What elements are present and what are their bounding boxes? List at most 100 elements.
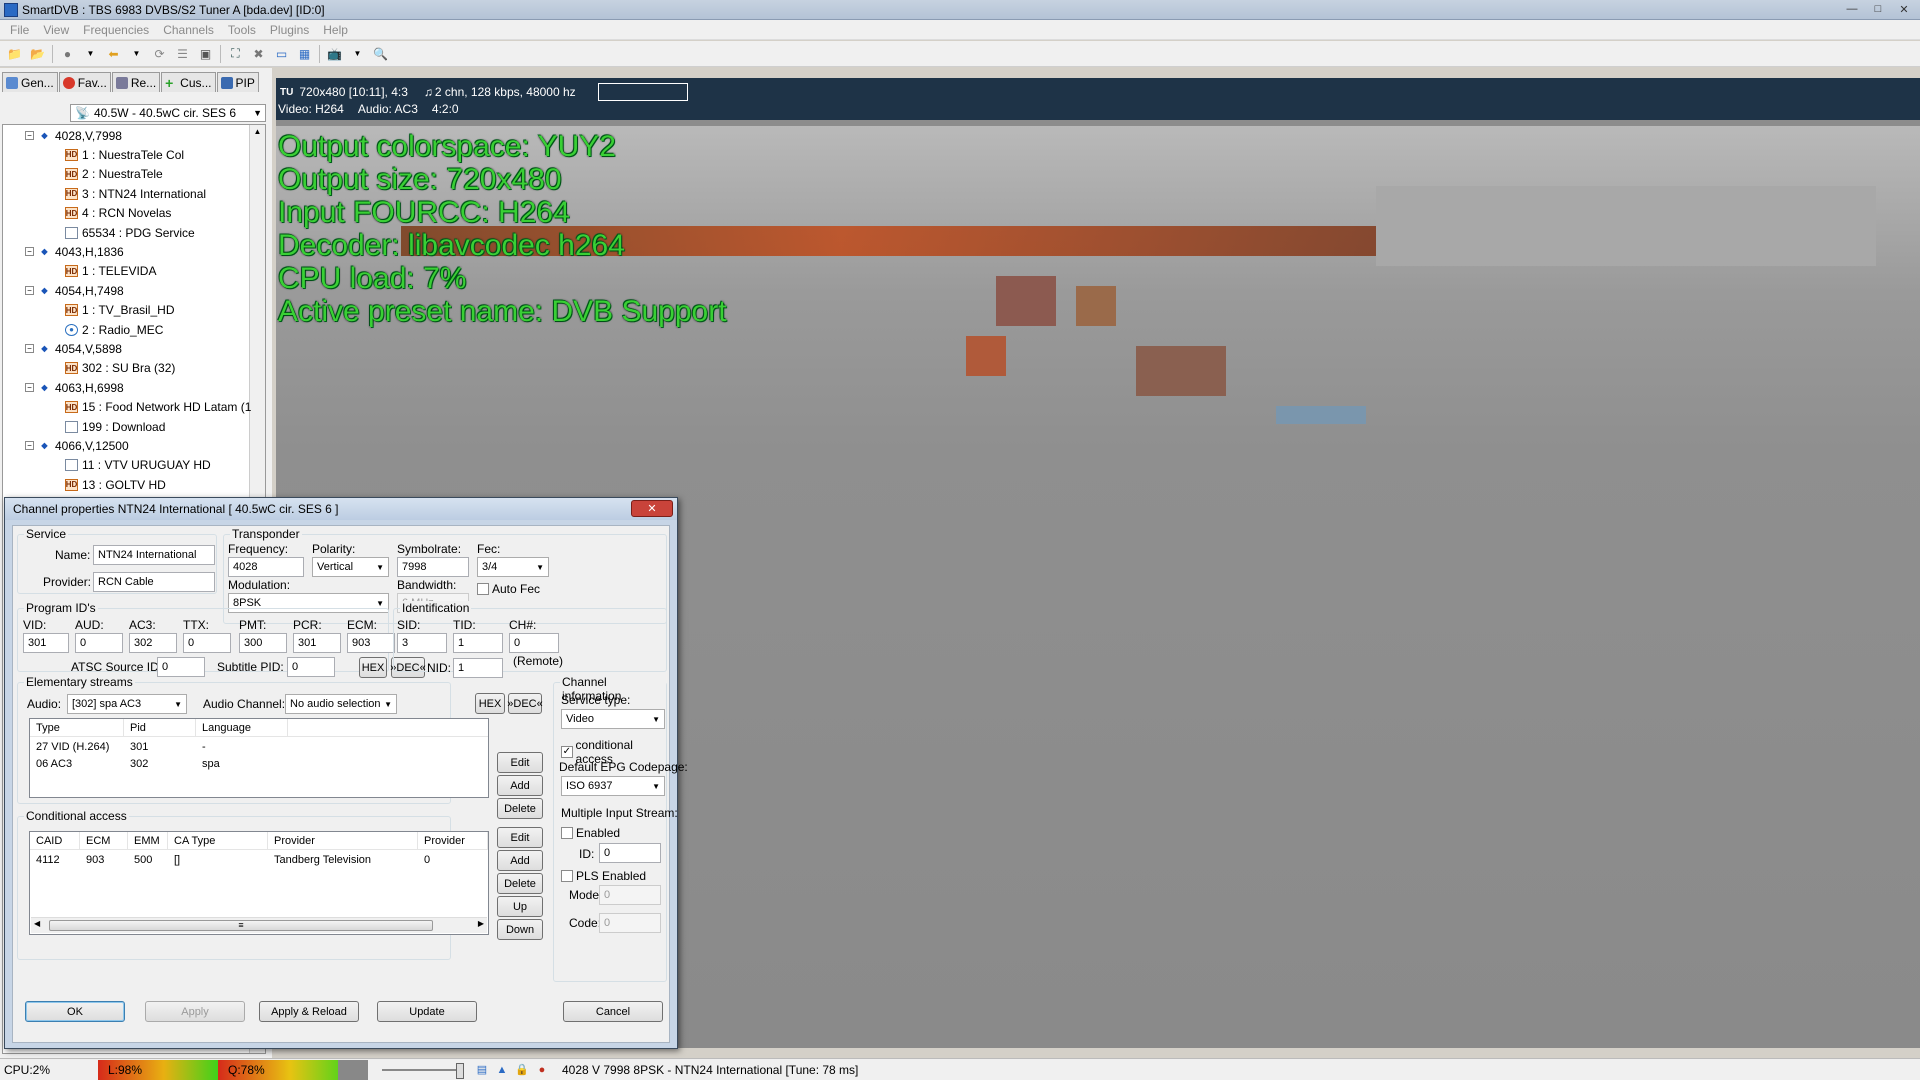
collapse-icon[interactable]: − bbox=[25, 344, 34, 354]
column-header[interactable]: Pid bbox=[124, 719, 196, 737]
update-button[interactable]: Update bbox=[377, 1001, 477, 1022]
collapse-icon[interactable]: − bbox=[25, 286, 34, 296]
streams-edit-button[interactable]: Edit bbox=[497, 752, 543, 773]
dropdown-icon[interactable]: ▼ bbox=[349, 45, 366, 62]
tree-channel[interactable]: HD 13 : GOLTV HD bbox=[65, 476, 166, 493]
column-header[interactable]: CA Type bbox=[168, 832, 268, 850]
provider-field[interactable]: RCN Cable bbox=[93, 572, 215, 592]
tab-pip[interactable]: PIP bbox=[216, 72, 259, 92]
table-row[interactable]: 4112 903 500 [] Tandberg Television 0 bbox=[30, 852, 488, 869]
sid-field[interactable]: 3 bbox=[397, 633, 447, 653]
pls-enabled-checkbox[interactable]: PLS Enabled bbox=[561, 869, 646, 883]
collapse-icon[interactable]: − bbox=[25, 131, 34, 140]
menu-plugins[interactable]: Plugins bbox=[270, 23, 309, 37]
column-header[interactable]: Provider bbox=[418, 832, 488, 850]
menu-frequencies[interactable]: Frequencies bbox=[83, 23, 149, 37]
column-header[interactable]: Language bbox=[196, 719, 288, 737]
tree-channel[interactable]: HD 3 : NTN24 International bbox=[65, 185, 206, 202]
tree-transponder[interactable]: − ◆ 4054,V,5898 bbox=[25, 340, 122, 357]
pls-mode-field[interactable]: 0 bbox=[599, 885, 661, 905]
ca-up-button[interactable]: Up bbox=[497, 896, 543, 917]
ca-list[interactable]: CAID ECM EMM CA Type Provider Provider 4… bbox=[29, 831, 489, 935]
screen-icon[interactable]: ▣ bbox=[197, 45, 214, 62]
collapse-icon[interactable]: − bbox=[25, 383, 34, 393]
tree-channel[interactable]: 65534 : PDG Service bbox=[65, 224, 195, 241]
apply-reload-button[interactable]: Apply & Reload bbox=[259, 1001, 359, 1022]
tab-recent[interactable]: Re... bbox=[111, 72, 161, 92]
dropdown-icon[interactable]: ▼ bbox=[128, 45, 145, 62]
scroll-up-icon[interactable]: ▲ bbox=[250, 125, 265, 136]
ca-horizontal-scrollbar[interactable]: ◀ ≡ ▶ bbox=[31, 917, 487, 933]
save-folder-icon[interactable]: 📂 bbox=[29, 45, 46, 62]
mis-enabled-checkbox[interactable]: Enabled bbox=[561, 826, 620, 840]
tree-channel[interactable]: HD 302 : SU Bra (32) bbox=[65, 360, 175, 377]
arrow-up-icon[interactable]: ▲ bbox=[494, 1062, 510, 1078]
column-header[interactable]: Provider bbox=[268, 832, 418, 850]
tree-transponder[interactable]: − ◆ 4054,H,7498 bbox=[25, 282, 124, 299]
streams-dec-button[interactable]: »DEC« bbox=[507, 693, 543, 714]
ca-add-button[interactable]: Add bbox=[497, 850, 543, 871]
tree-channel[interactable]: 11 : VTV URUGUAY HD bbox=[65, 457, 211, 474]
collapse-icon[interactable]: − bbox=[25, 247, 34, 257]
mis-id-field[interactable]: 0 bbox=[599, 843, 661, 863]
tree-channel[interactable]: ● 2 : Radio_MEC bbox=[65, 321, 163, 338]
name-field[interactable]: NTN24 International bbox=[93, 545, 215, 565]
close-icon[interactable]: ✕ bbox=[631, 500, 673, 517]
volume-slider[interactable] bbox=[382, 1062, 464, 1079]
pmt-field[interactable]: 300 bbox=[239, 633, 287, 653]
tid-field[interactable]: 1 bbox=[453, 633, 503, 653]
dropdown-icon[interactable]: ▼ bbox=[82, 45, 99, 62]
back-arrow-icon[interactable]: ⬅ bbox=[105, 45, 122, 62]
speaker-icon[interactable]: ▤ bbox=[474, 1062, 490, 1078]
apply-button[interactable]: Apply bbox=[145, 1001, 245, 1022]
open-folder-icon[interactable]: 📁 bbox=[6, 45, 23, 62]
scroll-right-icon[interactable]: ▶ bbox=[478, 919, 484, 928]
tree-channel[interactable]: HD 1 : TELEVIDA bbox=[65, 263, 156, 280]
tab-favorites[interactable]: Fav... bbox=[58, 72, 111, 92]
audio-channel-select[interactable]: No audio selection ▼ bbox=[285, 694, 397, 714]
streams-hex-button[interactable]: HEX bbox=[475, 693, 505, 714]
menu-file[interactable]: File bbox=[10, 23, 29, 37]
close-icon[interactable]: ✕ bbox=[1892, 1, 1916, 17]
menu-help[interactable]: Help bbox=[323, 23, 348, 37]
ttx-field[interactable]: 0 bbox=[183, 633, 231, 653]
ca-down-button[interactable]: Down bbox=[497, 919, 543, 940]
ca-edit-button[interactable]: Edit bbox=[497, 827, 543, 848]
tools-icon[interactable]: ✖ bbox=[250, 45, 267, 62]
tv-icon[interactable]: 📺 bbox=[326, 45, 343, 62]
ca-delete-button[interactable]: Delete bbox=[497, 873, 543, 894]
pid-hex-button[interactable]: HEX bbox=[359, 657, 387, 678]
column-header[interactable]: CAID bbox=[30, 832, 80, 850]
table-row[interactable]: 06 AC3 302 spa bbox=[30, 756, 488, 773]
ok-button[interactable]: OK bbox=[25, 1001, 125, 1022]
tab-custom[interactable]: + Cus... bbox=[161, 72, 216, 92]
menu-tools[interactable]: Tools bbox=[228, 23, 256, 37]
ac3-field[interactable]: 302 bbox=[129, 633, 177, 653]
tree-transponder[interactable]: − ◆ 4066,V,12500 bbox=[25, 437, 129, 454]
streams-list[interactable]: Type Pid Language 27 VID (H.264) 301 - 0… bbox=[29, 718, 489, 798]
pcr-field[interactable]: 301 bbox=[293, 633, 341, 653]
epg-codepage-select[interactable]: ISO 6937 ▼ bbox=[561, 776, 665, 796]
ch-field[interactable]: 0 bbox=[509, 633, 559, 653]
service-type-select[interactable]: Video ▼ bbox=[561, 709, 665, 729]
tree-transponder[interactable]: − ◆ 4063,H,6998 bbox=[25, 379, 124, 396]
subtitle-pid-field[interactable]: 0 bbox=[287, 657, 335, 677]
fullscreen-icon[interactable]: ⛶ bbox=[227, 45, 244, 62]
tree-channel[interactable]: HD 15 : Food Network HD Latam (1 bbox=[65, 399, 251, 416]
refresh-icon[interactable]: ⟳ bbox=[151, 45, 168, 62]
streams-delete-button[interactable]: Delete bbox=[497, 798, 543, 819]
tree-transponder[interactable]: − ◆ 4043,H,1836 bbox=[25, 243, 124, 260]
tree-transponder[interactable]: − ◆ 4028,V,7998 bbox=[25, 127, 122, 144]
tree-channel[interactable]: HD 1 : TV_Brasil_HD bbox=[65, 302, 174, 319]
audio-select[interactable]: [302] spa AC3 ▼ bbox=[67, 694, 187, 714]
tree-channel[interactable]: 199 : Download bbox=[65, 418, 165, 435]
list-icon[interactable]: ☰ bbox=[174, 45, 191, 62]
scroll-thumb[interactable]: ≡ bbox=[49, 920, 433, 931]
window-icon[interactable]: ▭ bbox=[273, 45, 290, 62]
column-header[interactable]: Type bbox=[30, 719, 124, 737]
maximize-icon[interactable]: □ bbox=[1866, 1, 1890, 17]
scroll-left-icon[interactable]: ◀ bbox=[34, 919, 40, 928]
menu-view[interactable]: View bbox=[43, 23, 69, 37]
menu-channels[interactable]: Channels bbox=[163, 23, 214, 37]
streams-add-button[interactable]: Add bbox=[497, 775, 543, 796]
